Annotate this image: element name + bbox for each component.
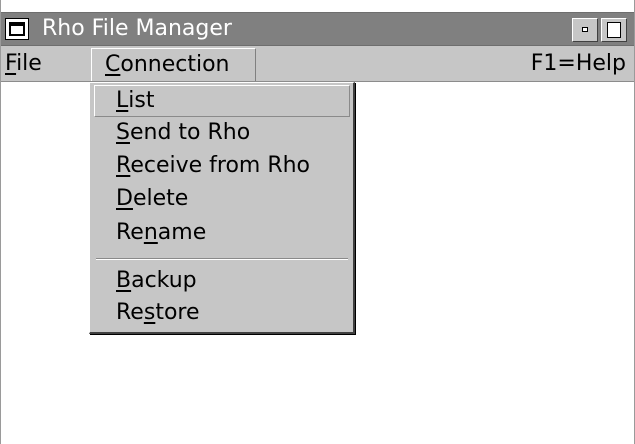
menu-connection-label-post: onnection xyxy=(120,52,230,77)
app-window: Rho File Manager File Connection F1=Help… xyxy=(0,0,635,444)
menu-item-label-pre: Re xyxy=(116,300,144,325)
menu-item-label-pre: Re xyxy=(116,220,144,245)
window-icon xyxy=(9,22,25,36)
menu-file-label-post: ile xyxy=(16,51,42,76)
menu-bar: File Connection F1=Help xyxy=(1,46,634,82)
minimize-button[interactable] xyxy=(572,18,598,42)
menu-item-label-post: elete xyxy=(132,186,189,211)
title-bar[interactable]: Rho File Manager xyxy=(1,12,634,46)
menu-file[interactable]: File xyxy=(5,49,42,79)
menu-item-label-post: eceive from Rho xyxy=(130,153,311,178)
window-title: Rho File Manager xyxy=(42,16,232,41)
menu-item-label-post: ame xyxy=(157,220,207,245)
menu-item-label-post: ist xyxy=(128,88,155,113)
system-menu-button[interactable] xyxy=(5,18,29,40)
menu-file-mnemonic: F xyxy=(5,51,17,76)
menu-item-mnemonic: n xyxy=(143,220,158,245)
menu-item-send-to-rho[interactable]: Send to Rho xyxy=(94,117,350,149)
menu-connection[interactable]: Connection xyxy=(91,48,256,81)
menu-separator xyxy=(96,258,348,260)
maximize-button[interactable] xyxy=(601,18,627,42)
menu-item-list[interactable]: List xyxy=(94,85,350,117)
menu-item-mnemonic: B xyxy=(116,268,132,293)
menu-item-mnemonic: S xyxy=(116,120,130,145)
menu-item-rename[interactable]: Rename xyxy=(94,217,350,249)
menu-item-label-post: ackup xyxy=(131,268,197,293)
connection-dropdown-menu: List Send to Rho Receive from Rho Delete… xyxy=(89,82,355,334)
menu-item-receive-from-rho[interactable]: Receive from Rho xyxy=(94,150,350,182)
menu-item-mnemonic: L xyxy=(116,88,129,113)
menu-item-mnemonic: R xyxy=(116,153,131,178)
menu-connection-mnemonic: C xyxy=(105,52,121,77)
maximize-icon xyxy=(607,22,621,38)
menu-item-backup[interactable]: Backup xyxy=(94,265,350,297)
menu-item-mnemonic: s xyxy=(143,300,156,325)
menu-item-label-post: tore xyxy=(155,300,200,325)
menu-help[interactable]: F1=Help xyxy=(531,49,626,79)
menu-item-restore[interactable]: Restore xyxy=(94,297,350,329)
menu-item-delete[interactable]: Delete xyxy=(94,183,350,215)
menu-item-mnemonic: D xyxy=(116,186,133,211)
menu-item-label-post: end to Rho xyxy=(129,120,251,145)
minimize-icon xyxy=(582,27,588,32)
